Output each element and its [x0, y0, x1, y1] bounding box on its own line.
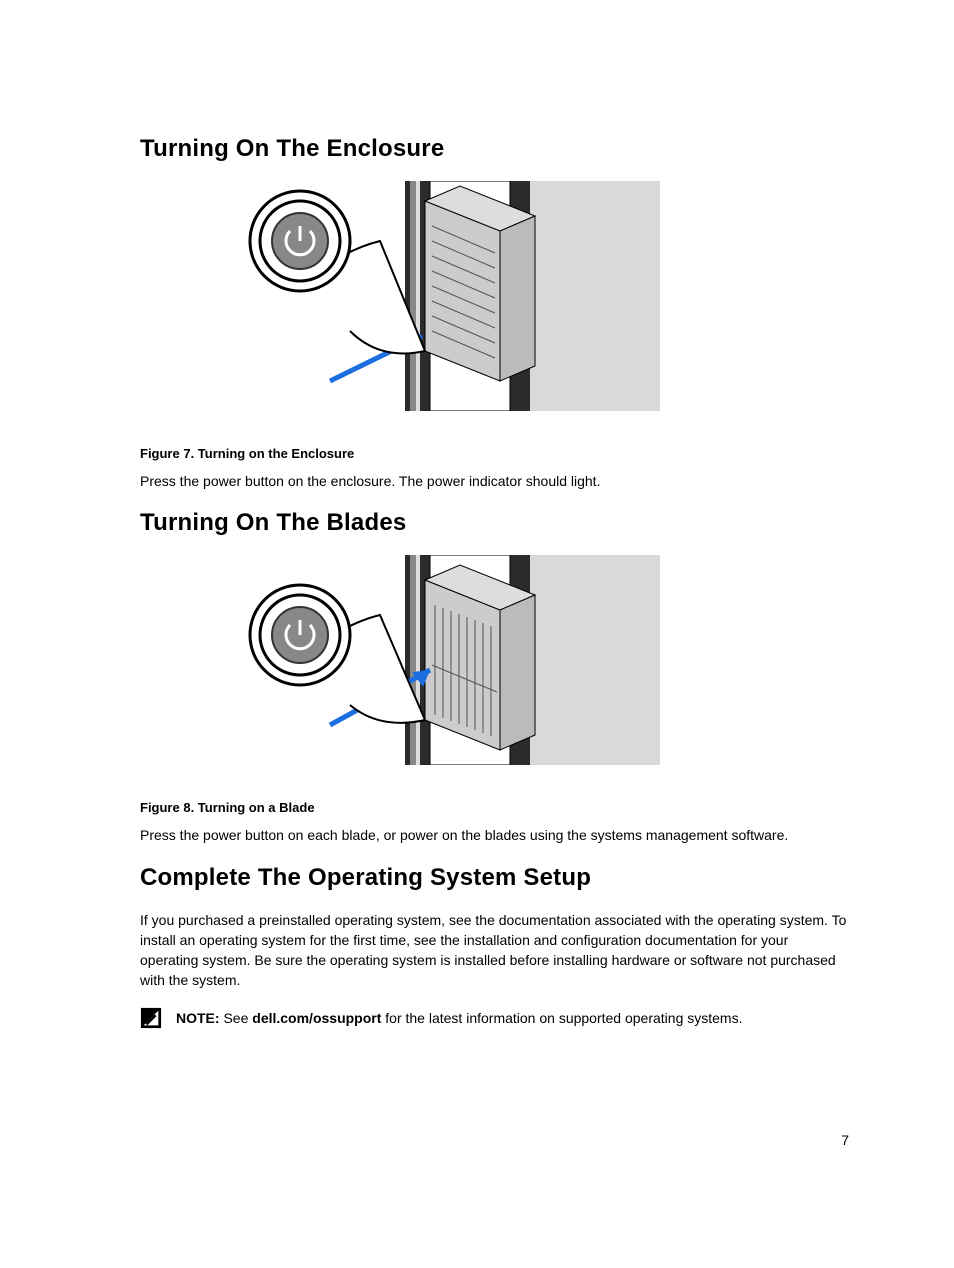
figure-7-caption: Figure 7. Turning on the Enclosure: [140, 446, 849, 461]
figure-8-caption: Figure 8. Turning on a Blade: [140, 800, 849, 815]
section2-body: Press the power button on each blade, or…: [140, 825, 849, 845]
note-row: NOTE: See dell.com/ossupport for the lat…: [140, 1009, 849, 1029]
figure-8: [200, 555, 660, 770]
heading-turning-on-enclosure: Turning On The Enclosure: [140, 135, 849, 163]
figure-8-image: [200, 555, 660, 770]
note-label: NOTE:: [176, 1010, 220, 1026]
note-text: NOTE: See dell.com/ossupport for the lat…: [176, 1009, 849, 1029]
note-link: dell.com/ossupport: [252, 1010, 381, 1026]
note-pre: See: [220, 1010, 253, 1026]
section3-body: If you purchased a preinstalled operatin…: [140, 910, 849, 991]
section1-body: Press the power button on the enclosure.…: [140, 471, 849, 491]
figure-7: [200, 181, 660, 416]
page-number: 7: [841, 1132, 849, 1148]
heading-complete-os-setup: Complete The Operating System Setup: [140, 864, 849, 892]
figure-7-image: [200, 181, 660, 416]
document-page: Turning On The Enclosure: [0, 0, 954, 1268]
note-post: for the latest information on supported …: [381, 1010, 742, 1026]
heading-turning-on-blades: Turning On The Blades: [140, 509, 849, 537]
note-icon: [140, 1007, 162, 1029]
